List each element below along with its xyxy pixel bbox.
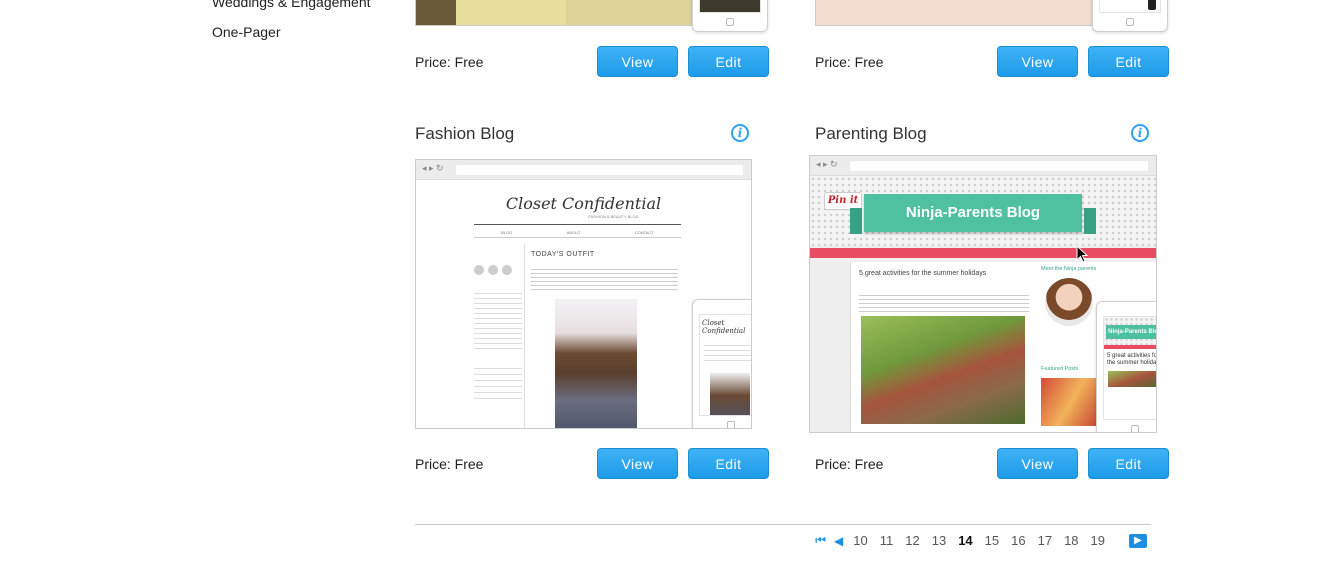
price-label: Price: Free — [815, 54, 884, 70]
view-button[interactable]: View — [997, 46, 1078, 77]
edit-button[interactable]: Edit — [1088, 46, 1169, 77]
preview-nav-item: CONTACT — [634, 230, 654, 235]
first-page-icon[interactable]: ⏮ — [815, 533, 826, 548]
mobile-preview: Closet Confidential — [692, 299, 751, 428]
preview-tagline: FASHION & BEAUTY BLOG — [588, 214, 639, 219]
price-label: Price: Free — [815, 456, 884, 472]
preview-nav-item: BLOG — [501, 230, 513, 235]
view-button[interactable]: View — [597, 46, 678, 77]
edit-button[interactable]: Edit — [688, 448, 769, 479]
card-title: Fashion Blog — [415, 124, 515, 143]
info-icon[interactable]: i — [1131, 124, 1149, 142]
edit-button[interactable]: Edit — [688, 46, 769, 77]
view-button[interactable]: View — [597, 448, 678, 479]
phone-post-title: 5 great activities for the summer holida… — [1107, 353, 1157, 366]
page-link[interactable]: 17 — [1038, 533, 1052, 548]
template-thumbnail[interactable] — [815, 0, 1105, 26]
preview-side-title2: Featured Posts — [1041, 366, 1079, 372]
preview-logo: Ninja-Parents Blog — [864, 194, 1082, 232]
page-link[interactable]: 19 — [1091, 533, 1105, 548]
browser-bar: ◂ ▸ ↻ — [416, 160, 751, 180]
browser-bar: ◂ ▸ ↻ — [810, 156, 1156, 176]
template-thumbnail[interactable]: ◂ ▸ ↻ Closet Confidential FASHION & BEAU… — [415, 159, 752, 429]
page-link[interactable]: 12 — [905, 533, 919, 548]
page-link[interactable]: 10 — [853, 533, 867, 548]
mobile-preview — [1092, 0, 1168, 32]
price-label: Price: Free — [415, 54, 484, 70]
template-thumbnail[interactable]: ◂ ▸ ↻ Pin it Ninja-Parents Blog 5 great … — [809, 155, 1157, 433]
preview-post-title: TODAY'S OUTFIT — [531, 251, 595, 258]
next-page-icon[interactable]: ▶ — [1129, 533, 1147, 548]
preview-logo: Closet Confidential — [505, 194, 662, 213]
pagination: ⏮ ◀ 10 11 12 13 14 15 16 17 18 19 ▶ — [415, 524, 1151, 548]
page-link-current[interactable]: 14 — [958, 533, 972, 548]
sidebar-item-one-pager[interactable]: One-Pager — [212, 22, 371, 46]
page-link[interactable]: 11 — [880, 533, 894, 548]
info-icon[interactable]: i — [731, 124, 749, 142]
preview-photo — [861, 316, 1025, 424]
preview-side-title: Meet the Ninja parents — [1041, 266, 1097, 272]
page-link[interactable]: 15 — [985, 533, 999, 548]
template-thumbnail[interactable] — [415, 0, 695, 26]
mobile-preview: Ninja-Parents Blog 5 great activities fo… — [1096, 301, 1157, 432]
view-button[interactable]: View — [997, 448, 1078, 479]
mouse-cursor-icon — [1076, 245, 1088, 263]
preview-post-title: 5 great activities for the summer holida… — [859, 270, 987, 277]
page-link[interactable]: 16 — [1011, 533, 1025, 548]
prev-page-icon[interactable]: ◀ — [834, 534, 843, 548]
preview-nav-item: ABOUT — [566, 230, 581, 235]
category-sidebar: Weddings & Engagement One-Pager — [212, 0, 371, 52]
page-link[interactable]: 18 — [1064, 533, 1078, 548]
edit-button[interactable]: Edit — [1088, 448, 1169, 479]
card-title: Parenting Blog — [815, 124, 927, 143]
mobile-preview — [692, 0, 768, 32]
page-link[interactable]: 13 — [932, 533, 946, 548]
preview-photo — [555, 299, 637, 428]
sidebar-item-weddings[interactable]: Weddings & Engagement — [212, 0, 371, 16]
price-label: Price: Free — [415, 456, 484, 472]
